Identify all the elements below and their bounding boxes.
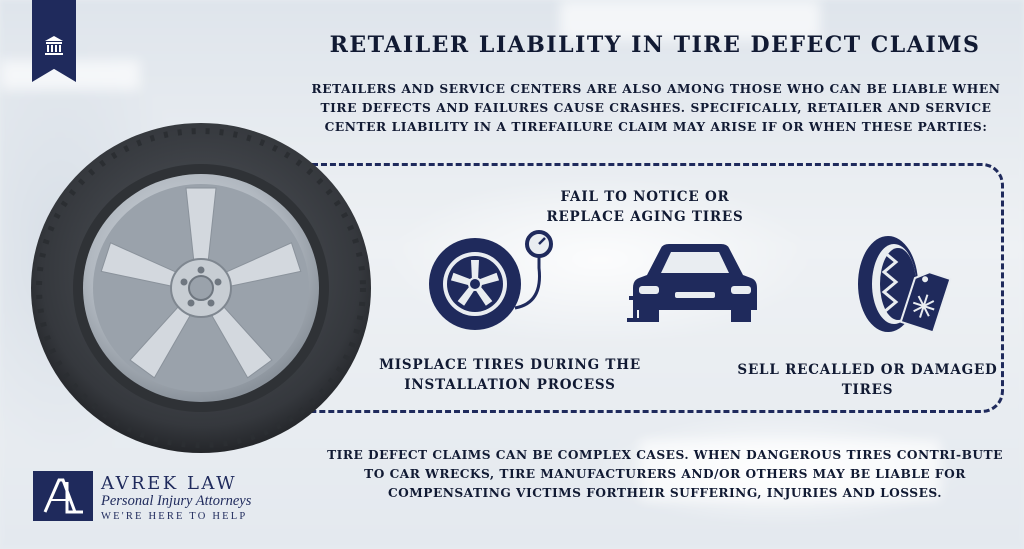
tire-tag-icon	[858, 236, 952, 334]
avrek-law-logo: AVREK LAW Personal Injury Attorneys WE'R…	[33, 471, 293, 527]
logo-mark	[33, 471, 93, 521]
tag-icon-wrap	[852, 232, 952, 341]
item-misplace-tires: MISPLACE TIRES DURING THE INSTALLATION P…	[379, 357, 641, 393]
al-monogram-icon	[43, 478, 83, 514]
page-title: RETAILER LIABILITY IN TIRE DEFECT CLAIMS	[329, 32, 981, 58]
closing-paragraph: TIRE DEFECT CLAIMS CAN BE COMPLEX CASES.…	[327, 448, 1003, 500]
logo-brand: AVREK LAW	[101, 473, 238, 494]
tire-pressure-gauge-icon	[429, 230, 553, 330]
car-icon-wrap	[625, 240, 765, 329]
tire-illustration	[30, 122, 372, 454]
item-sell-recalled: SELL RECALLED OR DAMAGED TIRES	[737, 362, 998, 398]
tire-wheel-icon	[31, 123, 371, 453]
item-fail-to-notice: FAIL TO NOTICE OR REPLACE AGING TIRES	[546, 189, 744, 225]
courthouse-icon	[45, 36, 63, 55]
intro-paragraph: RETAILERS AND SERVICE CENTERS ARE ALSO A…	[311, 82, 1001, 134]
logo-tagline: WE'RE HERE TO HELP	[101, 511, 248, 522]
logo-subtitle: Personal Injury Attorneys	[101, 493, 252, 509]
car-on-jack-icon	[627, 244, 757, 322]
gauge-icon-wrap	[423, 228, 563, 337]
